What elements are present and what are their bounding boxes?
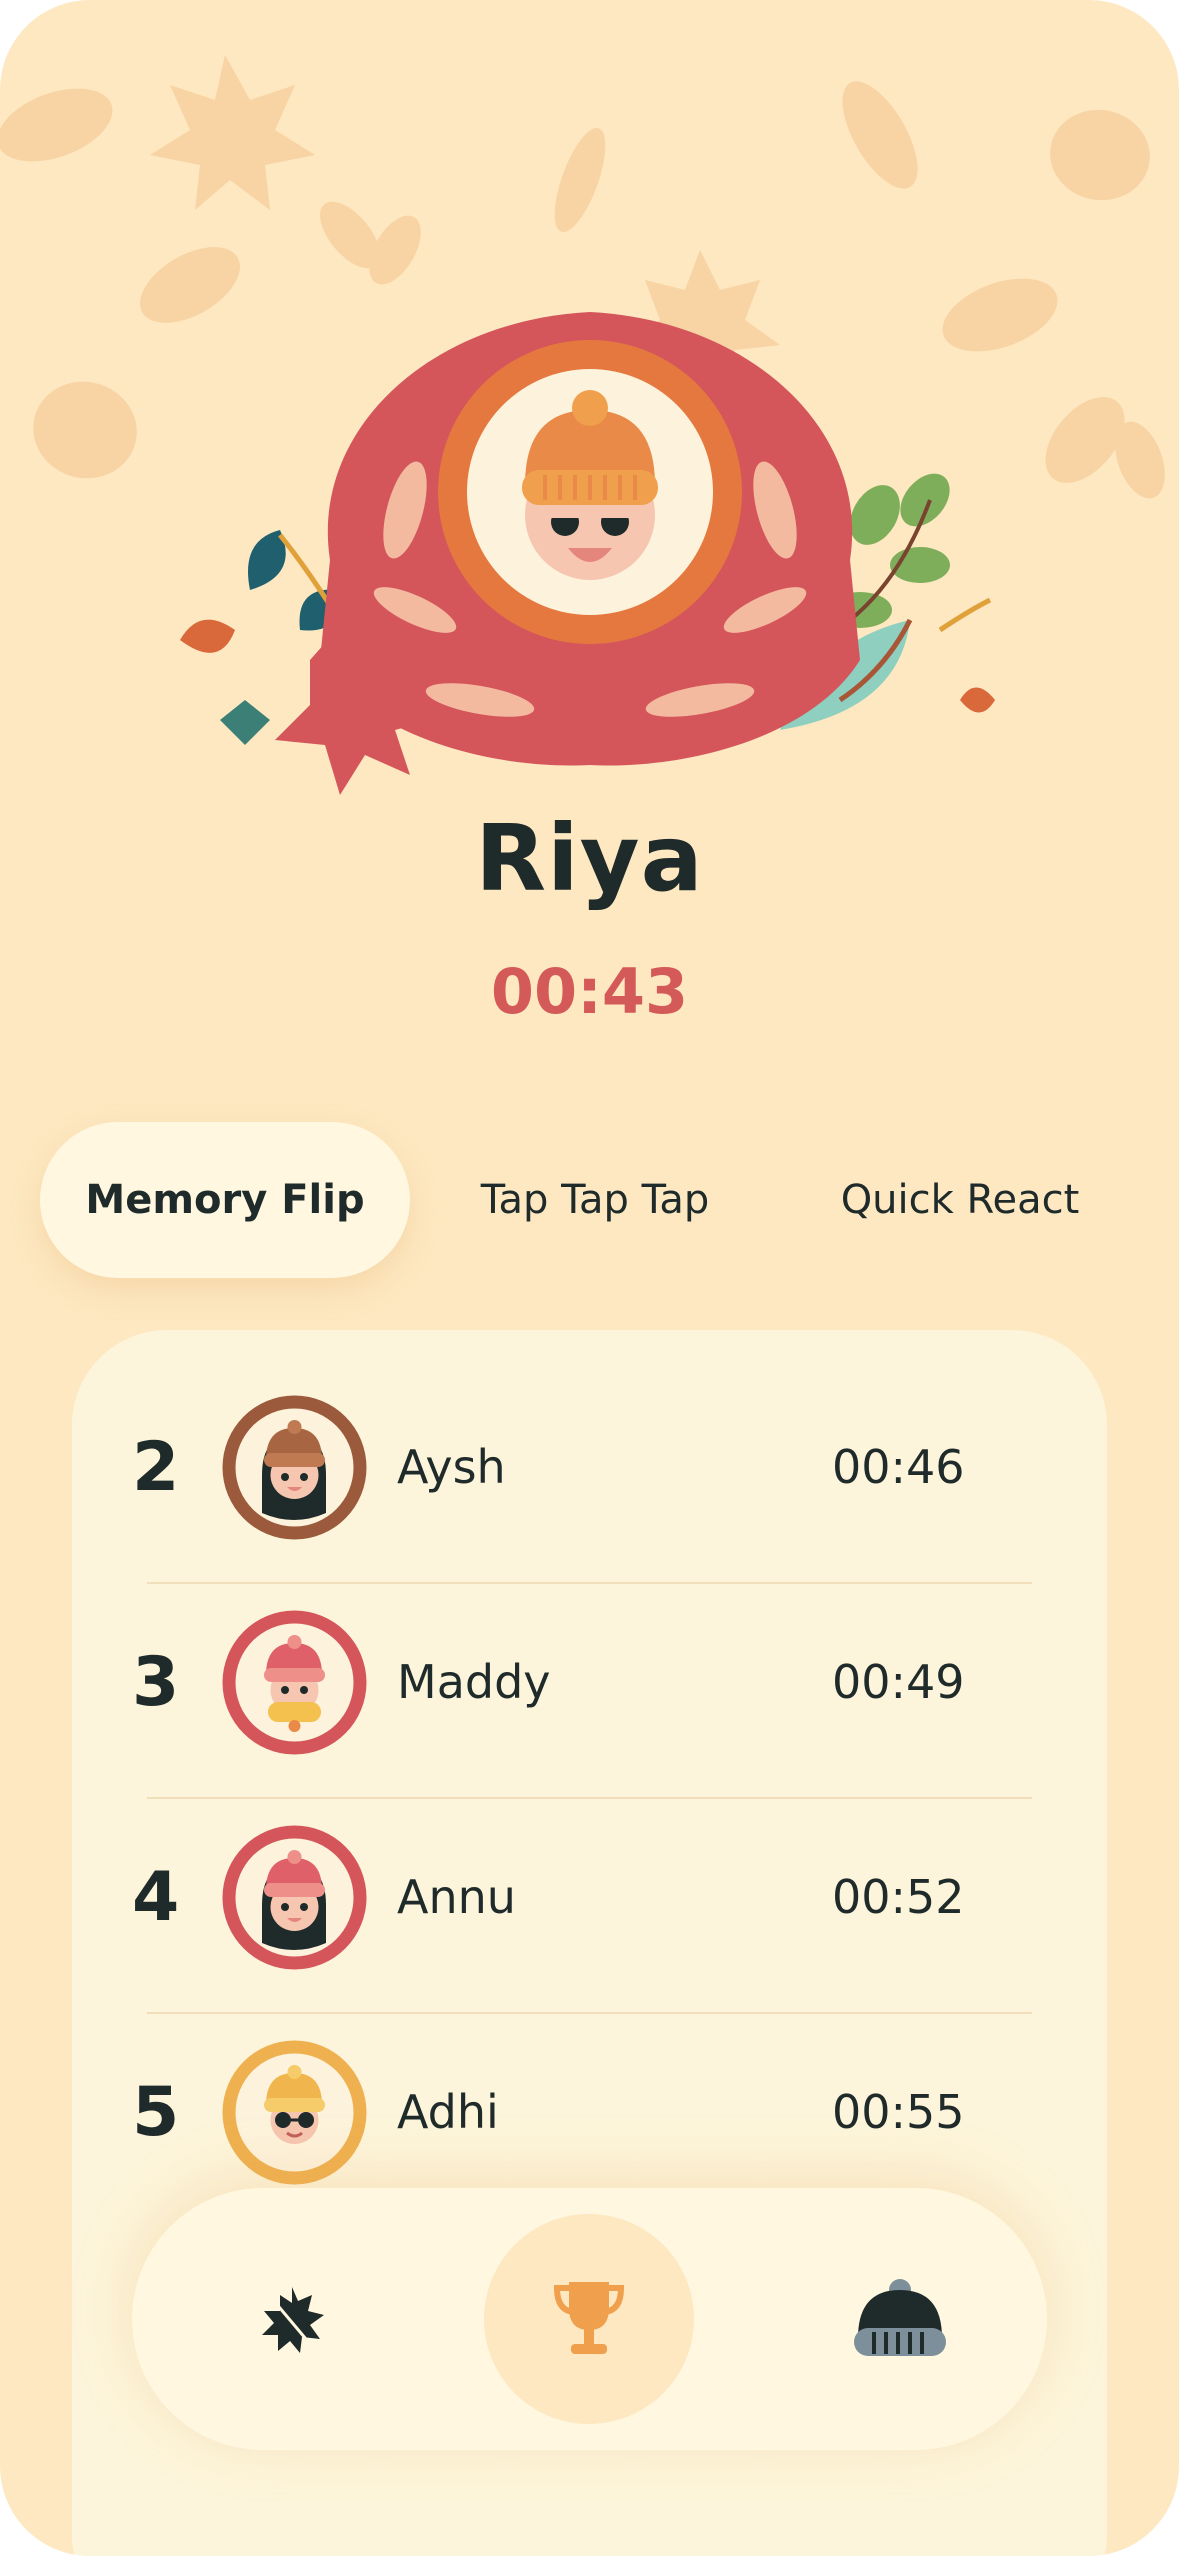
tab-memory-flip[interactable]: Memory Flip — [40, 1122, 410, 1278]
app-screen: Riya 00:43 Memory Flip Tap Tap Tap Quick… — [0, 0, 1179, 2556]
player-name: Annu — [397, 1870, 516, 1924]
avatar — [222, 1610, 367, 1755]
player-time: 00:46 — [832, 1440, 965, 1494]
nav-trophy-button[interactable] — [484, 2214, 694, 2424]
rank: 3 — [132, 1643, 180, 1722]
player-time: 00:49 — [832, 1655, 965, 1709]
winner-name: Riya — [475, 805, 704, 912]
tab-tap-tap-tap[interactable]: Tap Tap Tap — [450, 1122, 740, 1278]
nav-profile-button[interactable] — [792, 2188, 992, 2450]
leaf-icon — [262, 2287, 324, 2353]
leaderboard-row[interactable]: 2 Aysh 00:46 — [72, 1360, 1107, 1575]
leaderboard-row[interactable]: 3 Maddy 00:49 — [72, 1575, 1107, 1790]
winner-time: 00:43 — [490, 955, 689, 1028]
avatar — [222, 2040, 367, 2185]
bottom-navigation — [132, 2188, 1047, 2450]
nav-leaf-button[interactable] — [192, 2188, 392, 2450]
rank: 5 — [132, 2073, 180, 2152]
avatar — [222, 1825, 367, 1970]
player-name: Aysh — [397, 1440, 506, 1494]
winner-badge — [180, 312, 995, 795]
trophy-icon — [553, 2282, 625, 2354]
tab-quick-react[interactable]: Quick React — [810, 1122, 1110, 1278]
leaderboard-row[interactable]: 4 Annu 00:52 — [72, 1790, 1107, 2005]
rank: 2 — [132, 1428, 180, 1507]
beanie-icon — [854, 2279, 946, 2356]
player-time: 00:52 — [832, 1870, 965, 1924]
player-name: Maddy — [397, 1655, 551, 1709]
avatar — [222, 1395, 367, 1540]
rank: 4 — [132, 1858, 180, 1937]
